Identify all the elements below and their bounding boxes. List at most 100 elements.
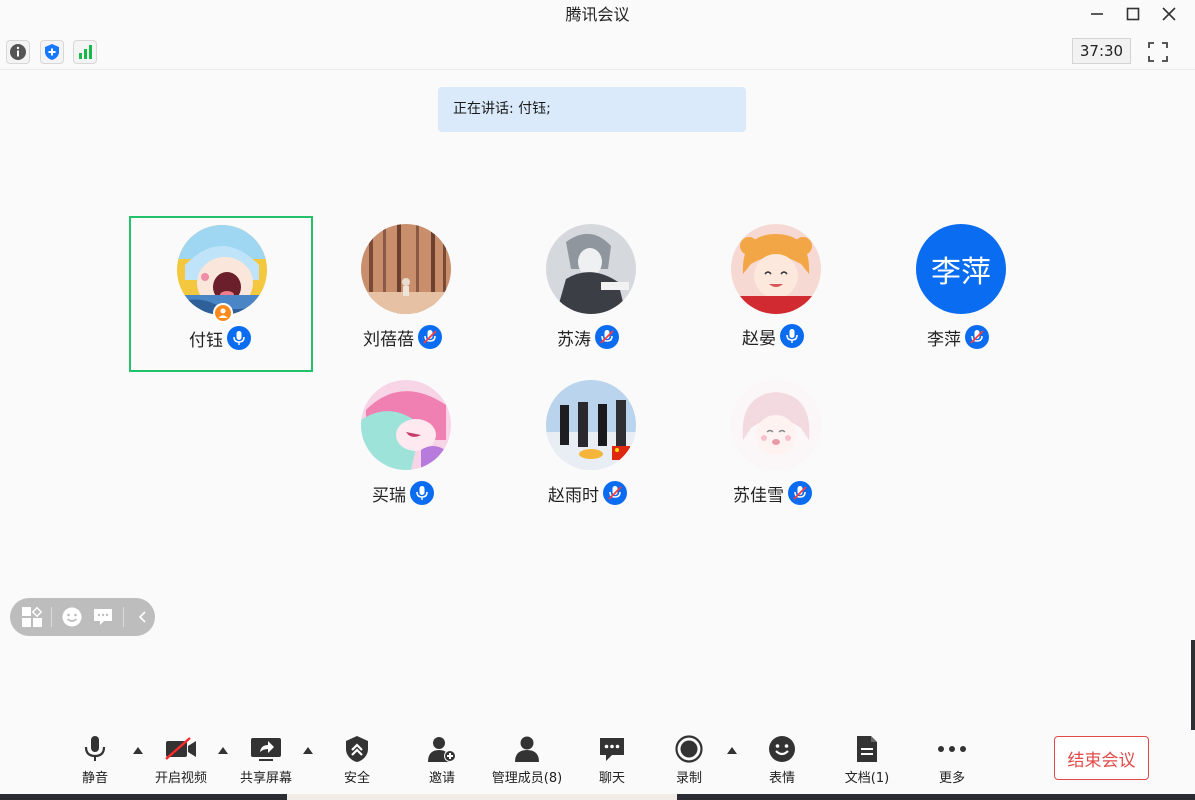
microphone-icon <box>78 734 112 763</box>
chat-button[interactable]: 聊天 <box>589 734 635 786</box>
person-icon <box>218 308 228 318</box>
participant-name: 买瑞 <box>372 485 406 506</box>
participant-name-row: 李萍 <box>927 324 989 350</box>
share-screen-button[interactable]: 共享屏幕 <box>235 734 297 786</box>
avatar <box>731 224 821 314</box>
meeting-toolbar: 静音 开启视频 共享屏幕 安全 邀请 管理成员(8) 聊天 录制 表情 文档(1… <box>0 722 1195 794</box>
background-window-edge <box>1191 640 1195 730</box>
end-meeting-button[interactable]: 结束会议 <box>1054 736 1149 780</box>
participant-name-row: 苏涛 <box>557 324 619 350</box>
manage-members-button[interactable]: 管理成员(8) <box>489 734 565 786</box>
participant-name: 赵晏 <box>742 328 776 349</box>
participant-name-row: 苏佳雪 <box>733 480 812 506</box>
participant-tile[interactable]: 李萍 李萍 <box>869 216 1053 372</box>
participant-name-row: 赵晏 <box>742 323 804 349</box>
close-icon <box>1162 7 1176 21</box>
fullscreen-button[interactable] <box>1145 39 1171 65</box>
emoji-button[interactable] <box>60 605 83 629</box>
fullscreen-icon <box>1148 42 1168 62</box>
participant-name: 刘蓓蓓 <box>363 329 414 350</box>
participant-tile[interactable]: 刘蓓蓓 <box>314 216 498 372</box>
microphone-muted-icon <box>965 325 989 349</box>
members-label: 管理成员(8) <box>491 771 563 786</box>
participant-name-row: 刘蓓蓓 <box>363 324 442 350</box>
video-label: 开启视频 <box>154 771 207 786</box>
security-label: 安全 <box>343 771 370 786</box>
participant-name: 李萍 <box>927 329 961 350</box>
audio-options-button[interactable] <box>131 744 145 756</box>
chat-icon <box>94 609 113 625</box>
minimize-button[interactable] <box>1083 3 1111 25</box>
reactions-label: 表情 <box>768 771 795 786</box>
record-label: 录制 <box>675 771 702 786</box>
smiley-icon <box>62 607 82 627</box>
chat-label: 聊天 <box>598 771 625 786</box>
avatar <box>546 380 636 470</box>
host-badge <box>213 303 233 323</box>
documents-button[interactable]: 文档(1) <box>840 734 894 786</box>
participant-tile[interactable]: 赵晏 <box>684 216 868 372</box>
documents-label: 文档(1) <box>844 771 890 786</box>
more-label: 更多 <box>938 771 965 786</box>
avatar <box>731 380 821 470</box>
share-options-button[interactable] <box>301 744 315 756</box>
microphone-on-icon <box>780 324 804 348</box>
participant-tile[interactable]: 苏佳雪 <box>684 372 868 528</box>
microphone-muted-icon <box>418 325 442 349</box>
more-button[interactable]: 更多 <box>929 734 975 786</box>
smiley-icon <box>765 734 799 763</box>
collapse-button[interactable] <box>132 605 155 629</box>
caret-up-icon <box>133 746 143 754</box>
add-person-icon <box>425 734 459 763</box>
participant-name: 苏佳雪 <box>733 485 784 506</box>
divider <box>51 607 53 627</box>
chat-icon <box>595 734 629 763</box>
active-speaker-banner: 正在讲话: 付钰; <box>438 87 746 132</box>
invite-button[interactable]: 邀请 <box>419 734 465 786</box>
more-dots-icon <box>935 734 969 763</box>
chat-bubble-button[interactable] <box>92 605 115 629</box>
security-status-button[interactable] <box>40 40 64 64</box>
participant-tile[interactable]: 苏涛 <box>499 216 683 372</box>
record-button[interactable]: 录制 <box>666 734 712 786</box>
floating-layout-toolbar <box>10 598 155 636</box>
meeting-info-bar: 37:30 <box>0 33 1195 70</box>
maximize-icon <box>1126 7 1140 21</box>
participant-tile[interactable]: 赵雨时 <box>499 372 683 528</box>
background-window-segment <box>287 794 677 800</box>
layout-toggle-button[interactable] <box>20 605 43 629</box>
participant-tile[interactable]: 付钰 <box>129 216 313 372</box>
microphone-muted-icon <box>595 325 619 349</box>
start-video-button[interactable]: 开启视频 <box>150 734 212 786</box>
video-options-button[interactable] <box>216 744 230 756</box>
document-icon <box>850 734 884 763</box>
microphone-muted-icon <box>788 481 812 505</box>
background-window-strip <box>0 794 1195 800</box>
reactions-button[interactable]: 表情 <box>759 734 805 786</box>
members-icon <box>510 734 544 763</box>
avatar <box>361 380 451 470</box>
network-status-button[interactable] <box>73 40 97 64</box>
close-button[interactable] <box>1155 3 1183 25</box>
record-icon <box>672 734 706 763</box>
minimize-icon <box>1091 13 1103 15</box>
divider <box>122 607 124 627</box>
avatar <box>361 224 451 314</box>
participant-name-row: 买瑞 <box>372 480 434 506</box>
microphone-on-icon <box>227 326 251 350</box>
layout-grid-icon <box>21 606 42 627</box>
microphone-muted-icon <box>603 481 627 505</box>
avatar: 李萍 <box>916 224 1006 314</box>
title-bar: 腾讯会议 <box>0 0 1195 30</box>
security-button[interactable]: 安全 <box>334 734 380 786</box>
maximize-button[interactable] <box>1119 3 1147 25</box>
meeting-timer: 37:30 <box>1072 38 1131 64</box>
meeting-info-button[interactable] <box>6 40 30 64</box>
mute-button[interactable]: 静音 <box>72 734 118 786</box>
security-shield-icon <box>340 734 374 763</box>
share-screen-icon <box>249 734 283 763</box>
invite-label: 邀请 <box>428 771 455 786</box>
info-icon <box>10 44 26 60</box>
participant-tile[interactable]: 买瑞 <box>314 372 498 528</box>
record-options-button[interactable] <box>725 744 739 756</box>
